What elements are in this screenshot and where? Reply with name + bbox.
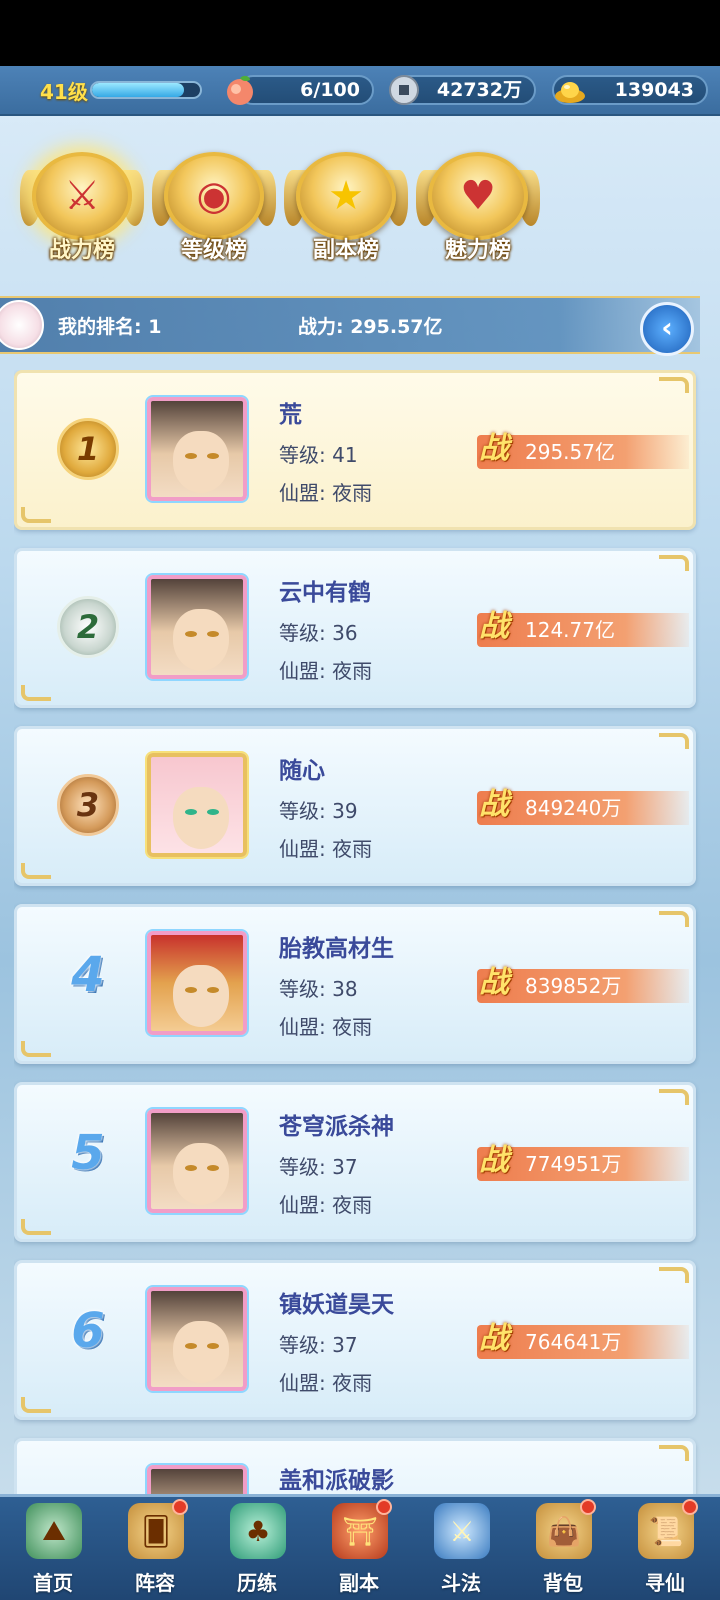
chevron-left-icon: ‹ — [661, 311, 673, 344]
nav-lineup[interactable]: 🂠 阵容 — [104, 1497, 206, 1600]
avatar[interactable] — [147, 753, 247, 857]
gold-ingot-icon — [552, 72, 588, 108]
tab-label: 副本榜 — [312, 238, 379, 263]
sword-emblem-icon: ⚔ — [32, 152, 132, 240]
notification-dot — [682, 1499, 698, 1515]
back-button[interactable]: ‹ — [640, 302, 694, 356]
bottom-nav: ⛰ 首页 🂠 阵容 ♣ 历练 ⛩ 副本 ⚔ 斗法 👜 背包 📜 寻仙 — [0, 1494, 720, 1600]
nav-label: 首页 — [33, 1571, 73, 1595]
player-guild: 仙盟: 夜雨 — [279, 1015, 373, 1039]
nav-backpack[interactable]: 👜 背包 — [512, 1497, 614, 1600]
tab-label: 魅力榜 — [444, 238, 511, 263]
avatar[interactable] — [147, 575, 247, 679]
heart-emblem-icon: ♥ — [428, 152, 528, 240]
sword-icon: ⚔ — [434, 1503, 490, 1559]
avatar[interactable] — [147, 1109, 247, 1213]
nav-label: 寻仙 — [645, 1571, 685, 1595]
stamina-pill[interactable]: 6/100 — [238, 75, 374, 105]
player-guild: 仙盟: 夜雨 — [279, 1371, 373, 1395]
player-guild: 仙盟: 夜雨 — [279, 481, 373, 505]
nav-home[interactable]: ⛰ 首页 — [2, 1497, 104, 1600]
gold-value: 139043 — [614, 79, 694, 101]
silver-medal-icon: 2 — [57, 596, 119, 658]
player-name: 苍穹派杀神 — [279, 1114, 394, 1140]
avatar[interactable] — [147, 931, 247, 1035]
nav-label: 背包 — [543, 1571, 583, 1595]
list-item[interactable]: 6 镇妖道昊天 等级: 37 仙盟: 夜雨 764641万 战 — [14, 1260, 696, 1420]
player-name: 云中有鹤 — [279, 580, 371, 606]
bronze-medal-icon: 3 — [57, 774, 119, 836]
ranking-tabs: ⚔ 战力榜 ◉ 等级榜 ★ 副本榜 ♥ 魅力榜 — [0, 140, 720, 275]
nav-label: 阵容 — [135, 1571, 175, 1595]
nav-training[interactable]: ♣ 历练 — [206, 1497, 308, 1600]
avatar[interactable] — [147, 1287, 247, 1391]
nav-dungeon[interactable]: ⛩ 副本 — [308, 1497, 410, 1600]
nav-duel[interactable]: ⚔ 斗法 — [410, 1497, 512, 1600]
list-item[interactable]: 2 云中有鹤 等级: 36 仙盟: 夜雨 124.77亿 战 — [14, 548, 696, 708]
star-emblem-icon: ★ — [296, 152, 396, 240]
list-item[interactable]: 1 荒 等级: 41 仙盟: 夜雨 295.57亿 战 — [14, 370, 696, 530]
coins-value: 42732万 — [436, 79, 522, 101]
nav-label: 历练 — [237, 1571, 277, 1595]
player-guild: 仙盟: 夜雨 — [279, 1193, 373, 1217]
status-bar — [0, 0, 720, 66]
player-name: 荒 — [279, 402, 302, 428]
nav-label: 副本 — [339, 1571, 379, 1595]
notification-dot — [172, 1499, 188, 1515]
avatar[interactable] — [147, 397, 247, 501]
rank-number: 5 — [71, 1125, 105, 1181]
my-rank-label: 我的排名: 1 — [58, 316, 162, 338]
notification-dot — [376, 1499, 392, 1515]
peach-icon — [222, 72, 258, 108]
player-level: 等级: 41 — [279, 443, 358, 467]
player-level: 等级: 38 — [279, 977, 358, 1001]
player-level: 等级: 37 — [279, 1333, 358, 1357]
player-name: 镇妖道昊天 — [279, 1292, 394, 1318]
player-guild: 仙盟: 夜雨 — [279, 659, 373, 683]
xp-fill — [92, 83, 184, 97]
coin-icon — [386, 72, 422, 108]
player-guild: 仙盟: 夜雨 — [279, 837, 373, 861]
tab-dungeon-ranking[interactable]: ★ 副本榜 — [282, 140, 410, 270]
list-item[interactable]: 4 胎教高材生 等级: 38 仙盟: 夜雨 839852万 战 — [14, 904, 696, 1064]
resource-bar: 41级 6/100 42732万 139043 — [0, 66, 720, 116]
player-name: 胎教高材生 — [279, 936, 394, 962]
battle-icon: 战 — [479, 787, 509, 822]
list-item[interactable]: 5 苍穹派杀神 等级: 37 仙盟: 夜雨 774951万 战 — [14, 1082, 696, 1242]
player-name: 随心 — [279, 758, 325, 784]
nav-seek-immortal[interactable]: 📜 寻仙 — [614, 1497, 716, 1600]
battle-icon: 战 — [479, 965, 509, 1000]
player-name: 盖和派破影 — [279, 1468, 394, 1494]
stamina-value: 6/100 — [300, 79, 360, 101]
gourd-icon: ♣ — [230, 1503, 286, 1559]
battle-icon: 战 — [479, 431, 509, 466]
player-level: 等级: 39 — [279, 799, 358, 823]
my-power-label: 战力: 295.57亿 — [298, 316, 443, 338]
player-level: 等级: 37 — [279, 1155, 358, 1179]
notification-dot — [580, 1499, 596, 1515]
tab-label: 战力榜 — [48, 238, 115, 263]
rank-number: 6 — [71, 1303, 105, 1359]
battle-icon: 战 — [479, 1143, 509, 1178]
tab-power-ranking[interactable]: ⚔ 战力榜 — [18, 140, 146, 270]
list-item[interactable]: 盖和派破影 — [14, 1438, 696, 1494]
tab-charm-ranking[interactable]: ♥ 魅力榜 — [414, 140, 542, 270]
battle-icon: 战 — [479, 1321, 509, 1356]
xp-bar — [90, 81, 202, 99]
gold-medal-icon: 1 — [57, 418, 119, 480]
nav-label: 斗法 — [441, 1571, 481, 1595]
player-level: 等级: 36 — [279, 621, 358, 645]
battle-icon: 战 — [479, 609, 509, 644]
ranking-list[interactable]: 1 荒 等级: 41 仙盟: 夜雨 295.57亿 战 2 云中有鹤 等级: 3… — [14, 370, 704, 1494]
avatar[interactable] — [147, 1465, 247, 1494]
player-level: 41级 — [40, 80, 88, 104]
list-item[interactable]: 3 随心 等级: 39 仙盟: 夜雨 849240万 战 — [14, 726, 696, 886]
tab-level-ranking[interactable]: ◉ 等级榜 — [150, 140, 278, 270]
drum-emblem-icon: ◉ — [164, 152, 264, 240]
home-island-icon: ⛰ — [26, 1503, 82, 1559]
rank-number: 4 — [71, 947, 105, 1003]
tab-label: 等级榜 — [180, 238, 247, 263]
